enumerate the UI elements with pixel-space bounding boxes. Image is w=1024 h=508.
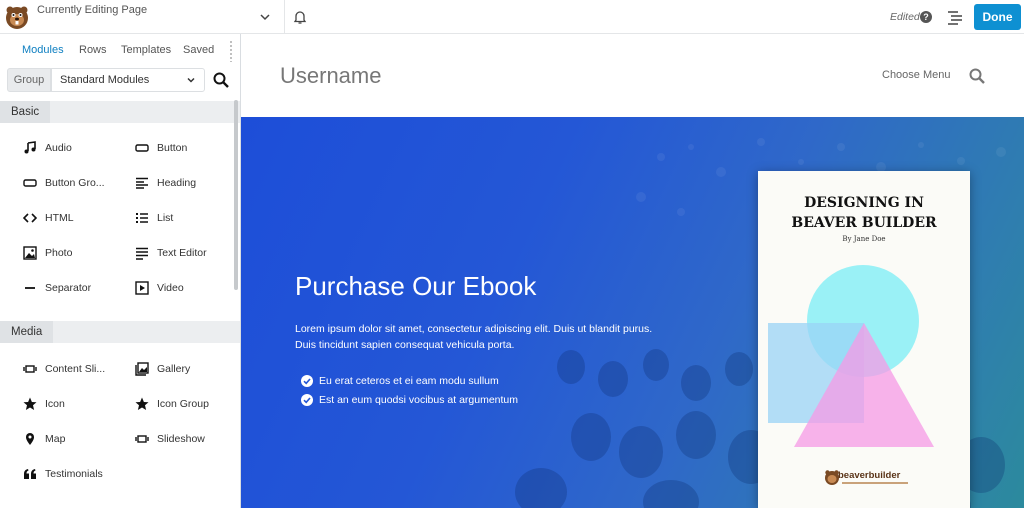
section-media: Media [0, 321, 240, 343]
search-icon[interactable] [212, 71, 230, 89]
book-author: By Jane Doe [842, 235, 886, 243]
book-title-line1: DESIGNING IN [804, 195, 924, 211]
module-label: Separator [45, 282, 92, 294]
module-label: Content Sli... [45, 363, 106, 375]
module-label: Heading [157, 177, 197, 189]
module-label: Button [157, 142, 188, 154]
tab-saved[interactable]: Saved [183, 44, 214, 56]
video-icon [135, 281, 149, 295]
chevron-down-icon[interactable] [258, 10, 272, 24]
edited-status: Edited [890, 11, 920, 23]
module-label: Slideshow [157, 433, 205, 445]
module-group-value: Standard Modules [60, 74, 150, 86]
separator-icon [25, 287, 35, 289]
star-icon [135, 397, 149, 410]
module-label: Button Gro... [45, 177, 105, 189]
gallery-icon [135, 362, 149, 376]
sidebar-scrollbar[interactable] [234, 100, 238, 290]
map-pin-icon [26, 433, 34, 445]
site-title[interactable]: Username [280, 63, 381, 89]
outline-panel-icon[interactable] [946, 9, 964, 25]
content-slider-icon [23, 365, 37, 373]
hero-heading: Purchase Our Ebook [295, 271, 537, 301]
group-bar: Group Standard Modules [0, 66, 240, 96]
module-label: Map [45, 433, 66, 445]
brand-name: beaverbuilder [838, 470, 901, 481]
slideshow-icon [135, 435, 149, 443]
module-label: Icon Group [157, 398, 209, 410]
choose-menu-link[interactable]: Choose Menu [882, 69, 951, 81]
list-icon [136, 213, 148, 223]
modules-sidebar: Modules Rows Templates Saved Group Stand… [0, 34, 241, 508]
help-icon[interactable]: ? [920, 11, 932, 23]
star-icon [23, 397, 37, 410]
beaver-logo-icon[interactable] [4, 4, 30, 30]
check-circle-icon [301, 375, 313, 387]
music-note-icon [24, 141, 36, 154]
cover-geometric-art [768, 265, 934, 447]
module-label: Text Editor [157, 247, 207, 259]
module-group-select[interactable]: Standard Modules [51, 68, 205, 92]
tab-templates[interactable]: Templates [121, 44, 171, 56]
top-bar: Currently Editing Page Edited ? Done [0, 0, 1024, 34]
module-label: HTML [45, 212, 74, 224]
module-label: Photo [45, 247, 73, 259]
check-circle-icon [301, 394, 313, 406]
text-editor-icon [136, 247, 148, 260]
brand-tagline-line [842, 482, 908, 484]
hero-paragraph: Lorem ipsum dolor sit amet, consectetur … [295, 323, 653, 351]
site-header: Username Choose Menu [241, 34, 1024, 117]
section-media-label: Media [0, 321, 54, 343]
button-icon [135, 144, 149, 152]
section-basic: Basic [0, 101, 240, 123]
photo-icon [23, 246, 37, 260]
checklist-text: Est an eum quodsi vocibus at argumentum [319, 394, 519, 406]
section-basic-label: Basic [0, 101, 51, 123]
module-label: Testimonials [45, 468, 103, 480]
module-label: Icon [45, 398, 65, 410]
module-label: Audio [45, 142, 72, 154]
quote-icon [24, 469, 36, 479]
search-icon[interactable] [968, 67, 986, 85]
module-label: Gallery [157, 363, 191, 375]
sidebar-tabs: Modules Rows Templates Saved [0, 34, 240, 65]
chevron-down-icon [187, 77, 195, 83]
beaverbuilder-brand: beaverbuilder [824, 469, 914, 489]
drag-handle[interactable] [229, 40, 233, 62]
tab-modules[interactable]: Modules [22, 44, 64, 56]
tab-rows[interactable]: Rows [79, 44, 107, 56]
checklist-text: Eu erat ceteros et ei eam modu sullum [319, 375, 499, 387]
ebook-cover: DESIGNING IN BEAVER BUILDER By Jane Doe … [758, 171, 970, 508]
heading-icon [136, 177, 148, 189]
module-label: List [157, 212, 174, 224]
divider [284, 0, 285, 34]
button-group-icon [23, 179, 37, 187]
book-title-line2: BEAVER BUILDER [791, 215, 937, 231]
module-label: Video [157, 282, 184, 294]
group-button[interactable]: Group [7, 68, 51, 92]
bell-icon[interactable] [292, 9, 308, 25]
code-icon [23, 213, 37, 223]
currently-editing-label: Currently Editing Page [37, 4, 148, 16]
done-button[interactable]: Done [974, 4, 1021, 30]
